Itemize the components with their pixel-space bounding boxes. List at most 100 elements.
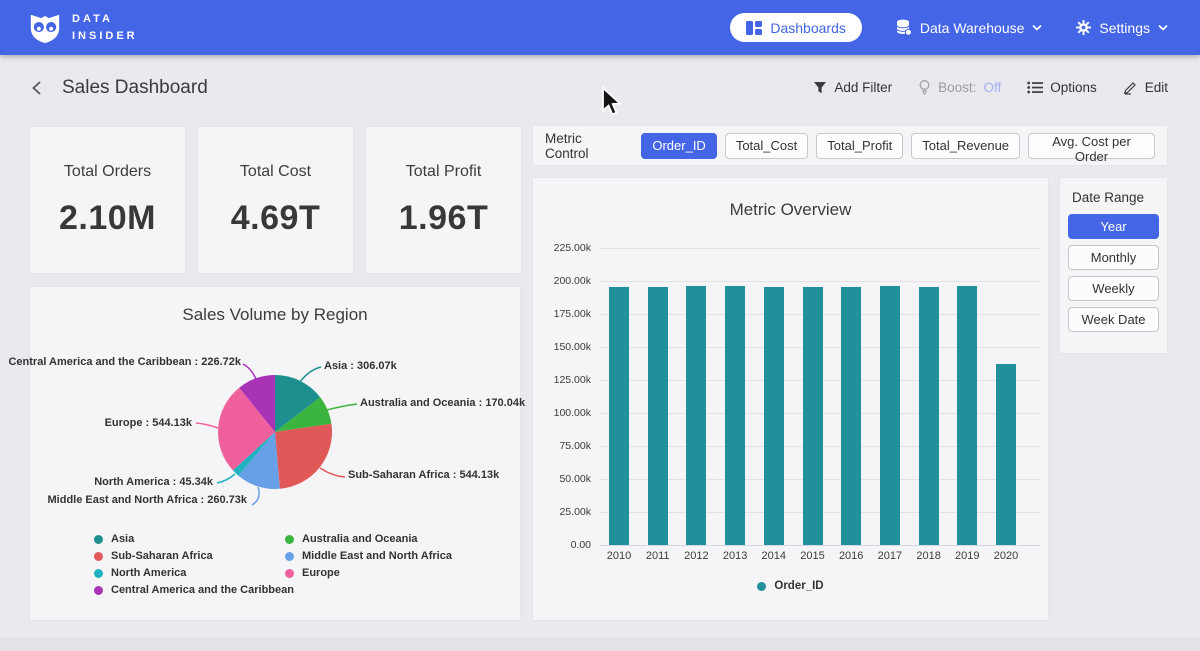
kpi-label: Total Profit — [406, 163, 482, 181]
legend-label: Europe — [302, 567, 340, 579]
date-range-button-weekly[interactable]: Weekly — [1068, 276, 1159, 301]
app-logo: DATA INSIDER — [28, 11, 138, 45]
edit-label: Edit — [1145, 80, 1168, 95]
top-navbar: DATA INSIDER Dashboards — [0, 0, 1200, 55]
pie-callout-north-america: North America : 45.34k — [94, 476, 213, 488]
bar-2011[interactable] — [648, 287, 668, 545]
edit-button[interactable]: Edit — [1123, 80, 1168, 95]
x-axis-tick: 2020 — [986, 550, 1026, 562]
sales-volume-panel: Sales Volume by Region Central America a… — [30, 287, 520, 620]
back-button[interactable] — [26, 77, 48, 99]
y-axis-tick: 25.00k — [533, 506, 591, 518]
pie-legend-item-sub-saharan-africa[interactable]: Sub-Saharan Africa — [94, 550, 294, 562]
date-range-buttons: Year Monthly Weekly Week Date — [1068, 214, 1159, 332]
metric-overview-panel: Metric Overview 225.00k200.00k175.00k150… — [533, 178, 1048, 620]
filter-funnel-icon — [813, 81, 827, 95]
y-axis-tick: 50.00k — [533, 473, 591, 485]
owl-logo-icon — [28, 11, 62, 45]
nav-settings[interactable]: Settings — [1076, 20, 1168, 36]
legend-dot — [94, 586, 103, 595]
kpi-label: Total Orders — [64, 163, 151, 181]
y-axis-tick: 0.00 — [533, 539, 591, 551]
bar-2010[interactable] — [609, 287, 629, 545]
pie-callout-central-america: Central America and the Caribbean : 226.… — [8, 356, 241, 368]
gridline — [600, 281, 1040, 282]
bar-2015[interactable] — [803, 287, 823, 545]
add-filter-label: Add Filter — [834, 80, 892, 95]
pie-legend-item-north-america[interactable]: North America — [94, 567, 294, 579]
pie-legend-item-middle-east-and-north-africa[interactable]: Middle East and North Africa — [285, 550, 452, 562]
boost-toggle[interactable]: Boost: Off — [918, 80, 1001, 96]
x-axis-tick: 2017 — [870, 550, 910, 562]
kpi-card-total-profit: Total Profit 1.96T — [366, 127, 521, 273]
metric-control-bar: Metric Control Order_ID Total_Cost Total_P… — [533, 126, 1167, 165]
boost-balloon-icon — [918, 80, 931, 96]
chevron-down-icon — [1158, 24, 1168, 31]
pie-callout-sub-saharan: Sub-Saharan Africa : 544.13k — [348, 469, 499, 481]
bar-2017[interactable] — [880, 286, 900, 545]
metric-button-order-id[interactable]: Order_ID — [641, 133, 716, 159]
pie-legend-item-australia-and-oceania[interactable]: Australia and Oceania — [285, 533, 452, 545]
pie-slice-sub-saharan-africa[interactable] — [275, 424, 332, 489]
date-range-label: Date Range — [1072, 190, 1159, 205]
x-axis-tick: 2019 — [947, 550, 987, 562]
pie-callout-australia: Australia and Oceania : 170.04k — [360, 397, 525, 409]
pie-legend-item-central-america-and-the-caribbean[interactable]: Central America and the Caribbean — [94, 584, 294, 596]
kpi-value: 1.96T — [399, 199, 488, 238]
app-name: DATA INSIDER — [72, 11, 138, 44]
kpi-value: 2.10M — [59, 199, 156, 238]
date-range-button-year[interactable]: Year — [1068, 214, 1159, 239]
bar-2012[interactable] — [686, 286, 706, 545]
legend-dot — [94, 552, 103, 561]
legend-dot — [757, 582, 766, 591]
metric-control-label: Metric Control — [545, 131, 627, 161]
kpi-card-total-cost: Total Cost 4.69T — [198, 127, 353, 273]
add-filter-button[interactable]: Add Filter — [813, 80, 892, 95]
metric-button-total-cost[interactable]: Total_Cost — [725, 133, 808, 159]
metric-button-total-profit[interactable]: Total_Profit — [816, 133, 903, 159]
legend-label: Australia and Oceania — [302, 533, 418, 545]
nav-dashboards-label: Dashboards — [770, 20, 846, 36]
legend-dot — [285, 535, 294, 544]
pie-legend-item-asia[interactable]: Asia — [94, 533, 294, 545]
bar-2019[interactable] — [957, 286, 977, 545]
bar-chart-legend[interactable]: Order_ID — [533, 580, 1048, 592]
x-axis-tick: 2016 — [831, 550, 871, 562]
nav-data-warehouse[interactable]: Data Warehouse — [896, 19, 1043, 36]
metric-button-total-revenue[interactable]: Total_Revenue — [911, 133, 1020, 159]
y-axis-tick: 175.00k — [533, 308, 591, 320]
pie-callout-europe: Europe : 544.13k — [105, 417, 192, 429]
boost-label: Boost: — [938, 80, 976, 95]
page-title: Sales Dashboard — [62, 77, 208, 99]
bar-2013[interactable] — [725, 286, 745, 545]
date-range-button-monthly[interactable]: Monthly — [1068, 245, 1159, 270]
pie-legend-item-europe[interactable]: Europe — [285, 567, 452, 579]
gear-icon — [1076, 20, 1091, 35]
footer-strip — [0, 637, 1200, 651]
pie-legend-column-1: Asia Sub-Saharan Africa North America Centr… — [94, 533, 294, 596]
y-axis-tick: 100.00k — [533, 407, 591, 419]
date-range-button-week-date[interactable]: Week Date — [1068, 307, 1159, 332]
x-axis-tick: 2015 — [793, 550, 833, 562]
options-label: Options — [1050, 80, 1097, 95]
bar-2014[interactable] — [764, 287, 784, 545]
nav-dashboards-button[interactable]: Dashboards — [730, 13, 862, 42]
bar-2016[interactable] — [841, 287, 861, 545]
bar-chart-title: Metric Overview — [533, 200, 1048, 220]
metric-buttons: Order_ID Total_Cost Total_Profit Total_Reve… — [641, 133, 1155, 159]
legend-label: North America — [111, 567, 186, 579]
bar-2020[interactable] — [996, 364, 1016, 545]
boost-value: Off — [983, 80, 1001, 95]
page-header: Sales Dashboard Add Filter Boost: Off — [0, 55, 1200, 120]
y-axis-tick: 225.00k — [533, 242, 591, 254]
date-range-panel: Date Range Year Monthly Weekly Week Date — [1060, 178, 1167, 353]
legend-dot — [285, 552, 294, 561]
options-button[interactable]: Options — [1027, 80, 1097, 95]
metric-button-avg-cost-per-order[interactable]: Avg. Cost per Order — [1028, 133, 1155, 159]
pencil-icon — [1123, 80, 1138, 95]
bar-2018[interactable] — [919, 287, 939, 545]
nav-settings-label: Settings — [1099, 20, 1150, 36]
kpi-value: 4.69T — [231, 199, 320, 238]
x-axis-tick: 2013 — [715, 550, 755, 562]
legend-dot — [94, 535, 103, 544]
